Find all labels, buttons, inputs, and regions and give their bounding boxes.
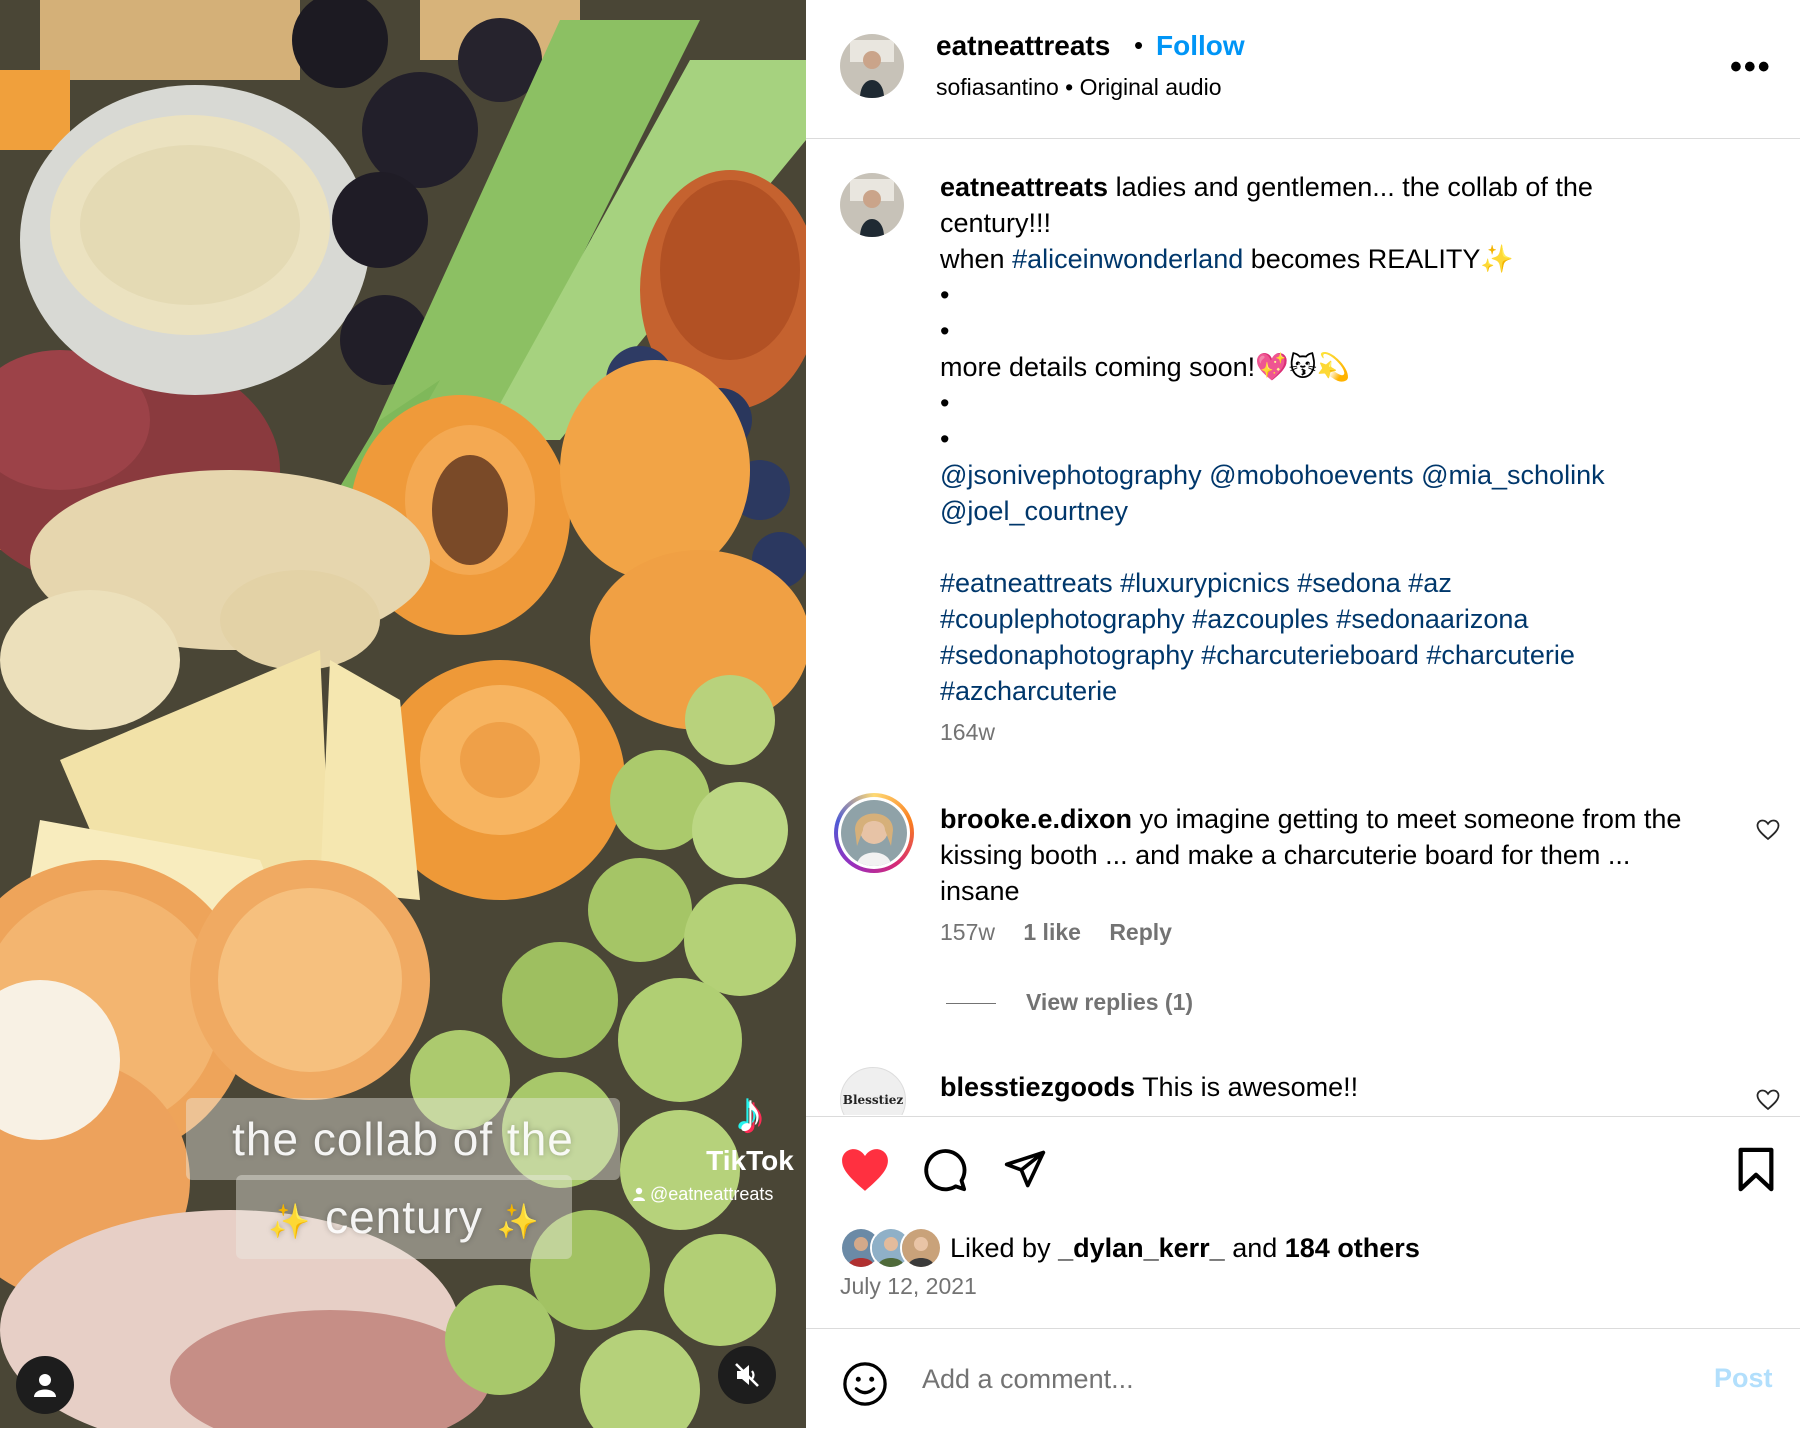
caption-line-2-post: becomes REALITY✨ <box>1243 244 1514 274</box>
reply-button[interactable]: Reply <box>1109 919 1172 945</box>
caption-username[interactable]: eatneattreats <box>940 172 1108 202</box>
emoji-picker-icon[interactable] <box>842 1361 888 1407</box>
caption-bullet: • <box>940 424 950 454</box>
comment-like-heart-icon[interactable] <box>1756 1089 1780 1111</box>
post-header: eatneattreats • Follow sofiasantino • Or… <box>806 0 1800 139</box>
comment-likes[interactable]: 1 like <box>1023 919 1081 945</box>
person-icon <box>633 1187 645 1201</box>
overlay-line-2: century <box>325 1191 483 1243</box>
comment-username[interactable]: brooke.e.dixon <box>940 804 1132 834</box>
comment-text: This is awesome!! <box>1142 1072 1359 1102</box>
post-media[interactable]: the collab of the ✨ century ✨ ♪ TikTok @… <box>0 0 806 1428</box>
sparkle-icon: ✨ <box>267 1203 312 1241</box>
avatar-image <box>840 173 904 237</box>
author-username[interactable]: eatneattreats <box>936 30 1110 62</box>
mute-button[interactable] <box>718 1346 776 1404</box>
caption-timestamp[interactable]: 164w <box>940 719 995 746</box>
liked-by-text: Liked by _dylan_kerr_ and 184 others <box>950 1233 1420 1264</box>
audio-attribution[interactable]: sofiasantino • Original audio <box>936 74 1222 101</box>
view-replies-label: View replies (1) <box>1026 989 1194 1015</box>
avatar-logo-text: Blesstiez <box>842 1093 904 1107</box>
author-avatar[interactable] <box>840 34 904 98</box>
add-comment-bar: Post <box>806 1328 1800 1429</box>
comment-like-heart-icon[interactable] <box>1756 819 1780 841</box>
comment-input[interactable] <box>920 1353 1684 1405</box>
speaker-muted-icon <box>735 1363 759 1387</box>
person-icon <box>34 1374 56 1397</box>
comment-body: blesstiezgoods This is awesome!! <box>940 1069 1700 1105</box>
tiktok-handle-text: @eatneattreats <box>650 1184 774 1204</box>
liked-user[interactable]: _dylan_kerr_ <box>1058 1233 1225 1263</box>
avatar-image <box>841 800 907 866</box>
tiktok-watermark: ♪ TikTok <box>700 1085 800 1177</box>
liked-prefix: Liked by <box>950 1232 1059 1263</box>
caption-line-3: more details coming soon!💖😽💫 <box>940 352 1351 382</box>
liked-by-row[interactable]: Liked by _dylan_kerr_ and 184 others <box>840 1227 1420 1269</box>
liked-and: and <box>1224 1232 1285 1263</box>
comment-body: brooke.e.dixon yo imagine getting to mee… <box>940 801 1700 909</box>
video-overlay-text-2: ✨ century ✨ <box>236 1175 572 1259</box>
comment-avatar[interactable]: Blesstiez <box>840 1067 906 1115</box>
share-send-icon[interactable] <box>1002 1147 1048 1191</box>
post-actions: Liked by _dylan_kerr_ and 184 others Jul… <box>806 1116 1800 1329</box>
comments-scroll-area[interactable]: eatneattreats ladies and gentlemen... th… <box>806 139 1800 1115</box>
avatar-image <box>840 34 904 98</box>
story-ring-avatar[interactable] <box>834 793 914 873</box>
caption-bullet: • <box>940 280 950 310</box>
view-replies-button[interactable]: View replies (1) <box>946 989 1193 1016</box>
comment-bubble-icon[interactable] <box>922 1147 968 1193</box>
post-details-panel: eatneattreats • Follow sofiasantino • Or… <box>806 0 1800 1428</box>
follow-button[interactable]: Follow <box>1156 30 1245 62</box>
caption-mentions[interactable]: @jsonivephotography @mobohoevents @mia_s… <box>940 460 1605 526</box>
tiktok-brand: TikTok <box>706 1145 794 1176</box>
save-bookmark-icon[interactable] <box>1736 1147 1776 1193</box>
comment-username[interactable]: blesstiezgoods <box>940 1072 1135 1102</box>
caption-bullet: • <box>940 388 950 418</box>
comment-time[interactable]: 157w <box>940 919 995 945</box>
like-heart-icon[interactable] <box>840 1147 890 1193</box>
video-overlay-text: the collab of the <box>186 1098 620 1180</box>
caption-author-avatar[interactable] <box>840 173 904 237</box>
more-options-icon[interactable]: ••• <box>1730 48 1772 87</box>
liker-avatar <box>900 1227 942 1269</box>
post-date[interactable]: July 12, 2021 <box>840 1273 977 1300</box>
post-comment-button[interactable]: Post <box>1714 1363 1773 1394</box>
tagged-users-button[interactable] <box>16 1356 74 1414</box>
caption-line-2-pre: when <box>940 244 1013 274</box>
sparkle-icon: ✨ <box>496 1203 541 1241</box>
hashtag-link[interactable]: #aliceinwonderland <box>1012 244 1243 274</box>
comment-meta: 157w 1 like Reply <box>940 919 1194 946</box>
caption-bullet: • <box>940 316 950 346</box>
replies-divider <box>946 1003 996 1005</box>
tiktok-logo-icon: ♪ <box>736 1081 764 1144</box>
header-separator: • <box>1134 30 1144 60</box>
tiktok-handle: @eatneattreats <box>632 1184 773 1205</box>
post-caption: eatneattreats ladies and gentlemen... th… <box>940 169 1680 709</box>
overlay-line-1: the collab of the <box>232 1113 574 1165</box>
caption-hashtags[interactable]: #eatneattreats #luxurypicnics #sedona #a… <box>940 568 1575 706</box>
liked-others[interactable]: 184 others <box>1285 1233 1420 1263</box>
